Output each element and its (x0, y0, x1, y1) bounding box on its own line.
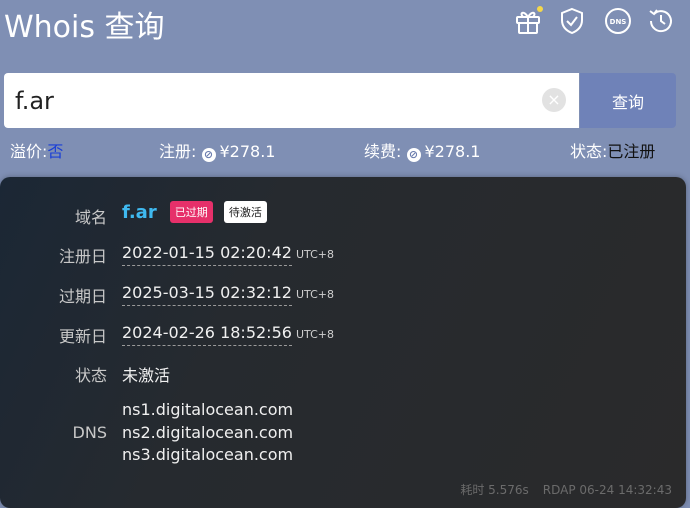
nameserver-item: ns2.digitalocean.com (122, 423, 294, 442)
register-price: ¥278.1 (219, 142, 276, 161)
status-info: 状态:已注册 (570, 138, 655, 162)
premium-value[interactable]: 否 (47, 142, 63, 161)
search-input[interactable] (4, 73, 524, 128)
updated-label: 更新日 (58, 327, 107, 346)
registered-label: 注册日 (58, 247, 107, 266)
history-icon[interactable] (646, 6, 676, 36)
renew-price-info: 续费: ⊘ ¥278.1 (364, 138, 480, 162)
nameserver-item: ns1.digitalocean.com (122, 400, 294, 419)
domain-row: f.ar 已过期 待激活 (122, 201, 267, 223)
status-label: 状态: (570, 142, 608, 161)
registered-row: 2022-01-15 02:20:42 UTC+8 (122, 243, 334, 266)
search-button[interactable]: 查询 (580, 73, 676, 128)
expired-badge: 已过期 (169, 201, 213, 223)
updated-date[interactable]: 2024-02-26 18:52:56 (122, 323, 292, 346)
expiry-label: 过期日 (58, 287, 107, 306)
timezone: UTC+8 (295, 288, 334, 301)
svg-text:DNS: DNS (610, 18, 627, 26)
premium-label: 溢价: (10, 142, 48, 161)
premium-info: 溢价:否 (10, 138, 63, 162)
status-label: 状态 (74, 366, 107, 385)
shield-check-icon[interactable] (557, 6, 587, 36)
elapsed-time: 耗时 5.576s (460, 483, 529, 497)
renew-price: ¥278.1 (424, 142, 481, 161)
currency-icon: ⊘ (406, 148, 421, 162)
domain-label: 域名 (74, 208, 107, 227)
register-price-info: 注册: ⊘ ¥278.1 (159, 138, 275, 162)
search-box: × (4, 73, 579, 128)
pending-badge: 待激活 (223, 201, 267, 223)
whois-result-card: 域名 f.ar 已过期 待激活 注册日 2022-01-15 02:20:42 U… (0, 177, 686, 508)
price-info-bar: 溢价:否 注册: ⊘ ¥278.1 续费: ⊘ ¥278.1 状态:已注册 (0, 136, 690, 162)
updated-row: 2024-02-26 18:52:56 UTC+8 (122, 323, 334, 346)
renew-label: 续费: (364, 142, 402, 161)
domain-name[interactable]: f.ar (122, 202, 157, 223)
register-label: 注册: (159, 142, 197, 161)
currency-icon: ⊘ (201, 148, 216, 162)
nameserver-item: ns3.digitalocean.com (122, 445, 294, 464)
gift-icon[interactable] (513, 6, 543, 36)
dns-label: DNS (72, 423, 107, 442)
expiry-date[interactable]: 2025-03-15 02:32:12 (122, 283, 292, 306)
registered-date[interactable]: 2022-01-15 02:20:42 (122, 243, 292, 266)
timezone: UTC+8 (295, 328, 334, 341)
timezone: UTC+8 (295, 248, 334, 261)
data-source-time: RDAP 06-24 14:32:43 (542, 483, 672, 497)
status-value: 已注册 (607, 142, 656, 161)
page-title: Whois 查询 (4, 10, 165, 45)
clear-icon[interactable]: × (542, 88, 566, 112)
expiry-row: 2025-03-15 02:32:12 UTC+8 (122, 283, 334, 306)
query-meta: 耗时 5.576s RDAP 06-24 14:32:43 (460, 481, 672, 498)
dns-icon[interactable]: DNS (603, 6, 633, 36)
status-value: 未激活 (122, 366, 171, 385)
